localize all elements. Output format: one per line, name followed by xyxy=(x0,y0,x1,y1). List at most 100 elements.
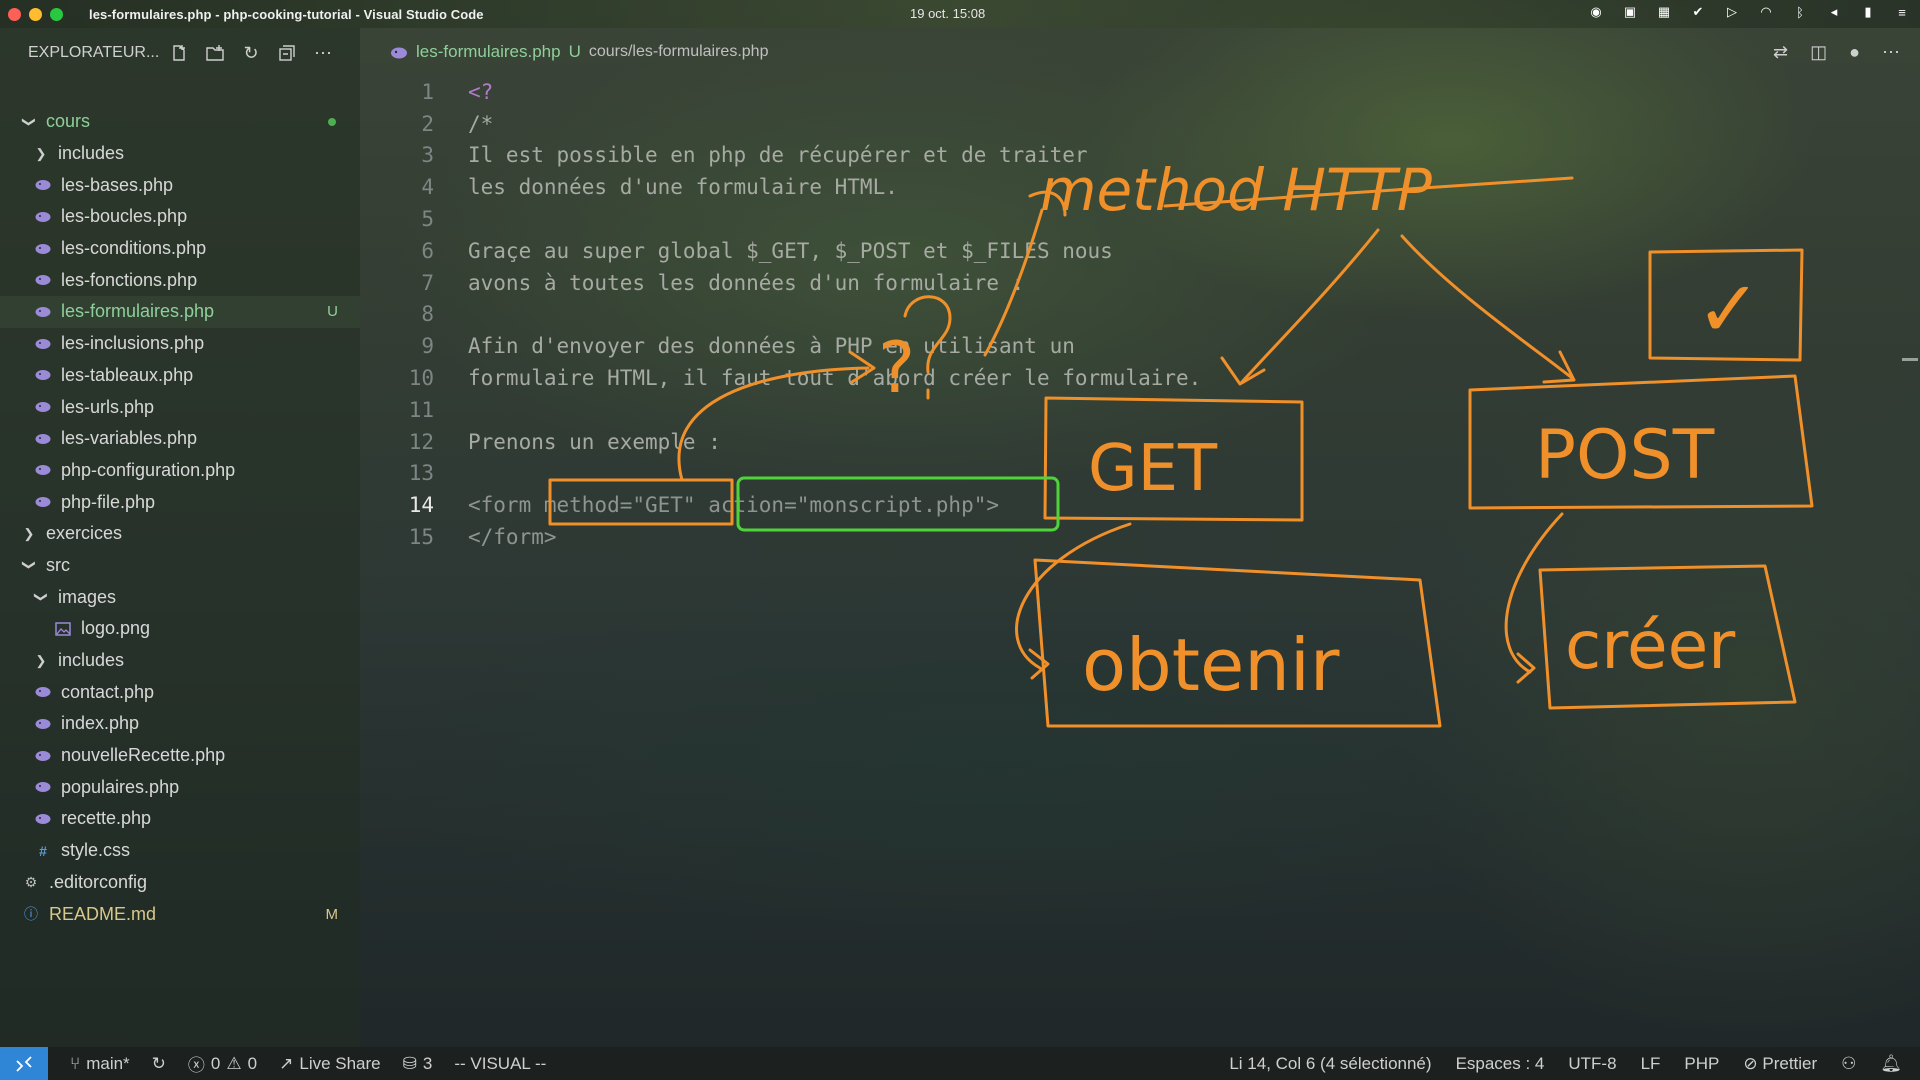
scrollbar[interactable] xyxy=(1902,358,1918,361)
tree-item[interactable]: les-inclusions.php xyxy=(0,328,360,360)
file-count-indicator[interactable]: ⛁ 3 xyxy=(403,1054,433,1074)
split-editor-icon[interactable]: ◫ xyxy=(1810,42,1827,63)
code-text: Afin d'envoyer des données à PHP en util… xyxy=(468,334,1075,359)
new-folder-icon[interactable] xyxy=(204,42,226,64)
tree-item[interactable]: les-variables.php xyxy=(0,423,360,455)
tree-item[interactable]: les-formulaires.php U xyxy=(0,296,360,328)
tree-item[interactable]: ❯ src xyxy=(0,550,360,582)
tree-item[interactable]: les-fonctions.php xyxy=(0,264,360,296)
collapse-all-icon[interactable] xyxy=(276,42,298,64)
tree-item[interactable]: nouvelleRecette.php xyxy=(0,740,360,772)
code-editor[interactable]: 1 <? 2 /* 3 Il est possible en php de récupér… xyxy=(360,76,1900,553)
line-number: 7 xyxy=(421,270,434,295)
git-status-badge: U xyxy=(327,303,338,321)
more-actions-icon[interactable]: ⋯ xyxy=(1882,42,1900,63)
tree-item[interactable]: ⓘ README.md M xyxy=(0,898,360,930)
tree-item[interactable]: les-bases.php xyxy=(0,169,360,201)
zoom-window-button[interactable] xyxy=(50,7,63,21)
code-line[interactable]: 6 Graçe au super global $_GET, $_POST et … xyxy=(360,235,1900,267)
checkmark-icon[interactable]: ✔ xyxy=(1690,4,1706,20)
tree-item-label: src xyxy=(46,554,70,575)
info-icon: ⓘ xyxy=(24,906,38,923)
code-line[interactable]: 13 xyxy=(360,458,1900,490)
unsaved-dot-icon[interactable]: ● xyxy=(1849,42,1860,63)
tree-item-label: style.css xyxy=(61,840,131,861)
tree-item[interactable]: index.php xyxy=(0,708,360,740)
code-line[interactable]: 1 <? xyxy=(360,76,1900,108)
calendar-icon[interactable]: ▦ xyxy=(1656,4,1672,20)
php-file-icon xyxy=(34,208,52,226)
notifications-bell-icon[interactable]: 🔔︎ xyxy=(1880,1054,1902,1074)
indentation[interactable]: Espaces : 4 xyxy=(1456,1054,1545,1074)
prettier-status[interactable]: ⊘ Prettier xyxy=(1743,1054,1817,1074)
tree-item[interactable]: les-boucles.php xyxy=(0,201,360,233)
cursor-position[interactable]: Li 14, Col 6 (4 sélectionné) xyxy=(1229,1054,1431,1074)
php-file-icon xyxy=(34,747,52,765)
end-of-line[interactable]: LF xyxy=(1641,1054,1661,1074)
tab-les-formulaires[interactable]: les-formulaires.php U cours/les-formulai… xyxy=(390,42,768,62)
code-line[interactable]: 2 /* xyxy=(360,108,1900,140)
tree-item[interactable]: populaires.php xyxy=(0,771,360,803)
accounts-icon[interactable]: ⚇ xyxy=(1841,1054,1856,1074)
close-window-button[interactable] xyxy=(8,7,21,21)
tree-item-label: README.md xyxy=(49,903,157,924)
sync-button[interactable]: ↻ xyxy=(152,1054,166,1074)
code-line[interactable]: 15 </form> xyxy=(360,521,1900,553)
tree-item[interactable]: ❯ images xyxy=(0,581,360,613)
code-line[interactable]: 3 Il est possible en php de récupérer et … xyxy=(360,140,1900,172)
zoom-app-icon[interactable]: ▣ xyxy=(1622,4,1638,20)
tree-item[interactable]: # style.css xyxy=(0,835,360,867)
chevron-down-icon: ❯ xyxy=(22,560,37,571)
code-text: /* xyxy=(468,111,494,136)
code-line[interactable]: 8 xyxy=(360,299,1900,331)
code-text: Il est possible en php de récupérer et d… xyxy=(468,143,1088,168)
language-mode[interactable]: PHP xyxy=(1684,1054,1719,1074)
tree-item[interactable]: contact.php xyxy=(0,676,360,708)
tree-item[interactable]: recette.php xyxy=(0,803,360,835)
tree-item[interactable]: ❯ includes xyxy=(0,138,360,170)
tree-item[interactable]: les-conditions.php xyxy=(0,233,360,265)
code-line[interactable]: 7 avons à toutes les données d'un formula… xyxy=(360,267,1900,299)
tree-item[interactable]: ❯ exercices xyxy=(0,518,360,550)
line-number: 11 xyxy=(408,397,434,422)
encoding[interactable]: UTF-8 xyxy=(1568,1054,1616,1074)
microphone-icon[interactable]: ▮ xyxy=(1860,4,1876,20)
tree-item[interactable]: les-urls.php xyxy=(0,391,360,423)
volume-icon[interactable]: ◂ xyxy=(1826,4,1842,20)
code-line[interactable]: 5 xyxy=(360,203,1900,235)
php-file-icon xyxy=(34,810,52,828)
tree-item-label: includes xyxy=(58,143,125,164)
code-line[interactable]: 12 Prenons un exemple : xyxy=(360,426,1900,458)
tree-item[interactable]: ❯ cours xyxy=(0,106,360,138)
control-center-icon[interactable]: ≡ xyxy=(1894,4,1910,20)
bluetooth-icon[interactable]: ᛒ xyxy=(1792,4,1808,20)
play-icon[interactable]: ▷ xyxy=(1724,4,1740,20)
live-share-button[interactable]: ↗ Live Share xyxy=(279,1054,381,1074)
tree-item-label: les-urls.php xyxy=(61,396,155,417)
problems-indicator[interactable]: ⓧ 0 ⚠ 0 xyxy=(188,1051,257,1076)
code-line[interactable]: 9 Afin d'envoyer des données à PHP en uti… xyxy=(360,330,1900,362)
wifi-icon[interactable]: ◠ xyxy=(1758,4,1774,20)
code-line[interactable]: 11 xyxy=(360,394,1900,426)
more-actions-icon[interactable]: ⋯ xyxy=(312,42,334,64)
source-control-compare-icon[interactable]: ⇄ xyxy=(1773,42,1788,63)
tree-item[interactable]: php-configuration.php xyxy=(0,455,360,487)
tree-item[interactable]: php-file.php xyxy=(0,486,360,518)
tree-item[interactable]: ⚙ .editorconfig xyxy=(0,867,360,899)
sync-icon: ↻ xyxy=(151,1053,166,1073)
code-line[interactable]: 4 les données d'une formulaire HTML. xyxy=(360,171,1900,203)
tab-path: cours/les-formulaires.php xyxy=(588,43,769,60)
new-file-icon[interactable] xyxy=(168,42,190,64)
branch-indicator[interactable]: ⑂ main* xyxy=(70,1054,130,1074)
database-icon: ⛁ xyxy=(402,1053,417,1073)
code-line[interactable]: 10 formulaire HTML, il faut tout d'abord … xyxy=(360,362,1900,394)
tree-item[interactable]: logo.png xyxy=(0,613,360,645)
refresh-icon[interactable]: ↻ xyxy=(240,42,262,64)
php-file-icon xyxy=(34,366,52,384)
code-line[interactable]: 14 <form method="GET" action="monscript.p… xyxy=(360,489,1900,521)
record-icon[interactable]: ◉ xyxy=(1588,4,1604,20)
remote-icon[interactable] xyxy=(0,1047,48,1080)
tree-item[interactable]: ❯ includes xyxy=(0,645,360,677)
tree-item[interactable]: les-tableaux.php xyxy=(0,360,360,392)
minimize-window-button[interactable] xyxy=(29,7,42,21)
